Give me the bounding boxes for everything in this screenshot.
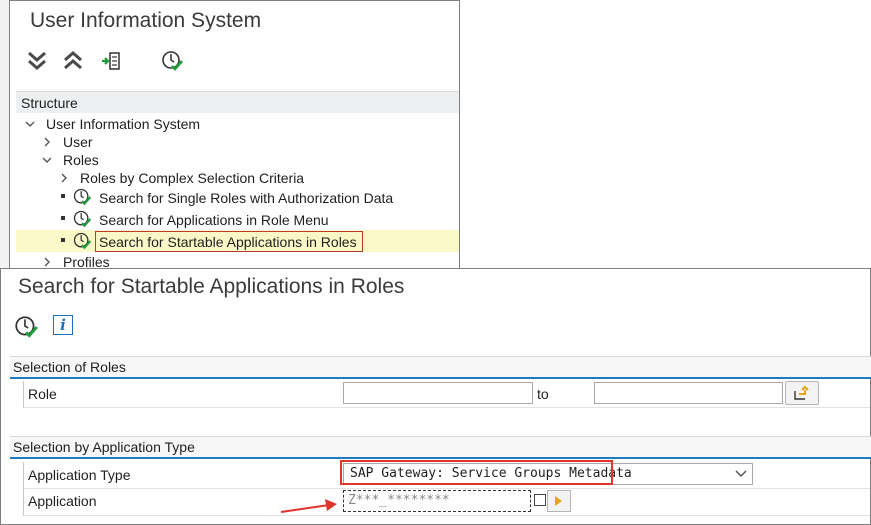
tree-label: Roles <box>63 152 99 168</box>
window-title: Search for Startable Applications in Rol… <box>18 275 405 298</box>
chevron-down-icon[interactable] <box>25 119 35 129</box>
application-row: Application Z***_******** <box>23 488 870 516</box>
role-from-input[interactable] <box>343 382 533 404</box>
window-title: User Information System <box>30 9 262 32</box>
tree-node-user[interactable]: User <box>38 133 93 151</box>
to-label: to <box>537 386 549 402</box>
arrow-right-icon <box>555 496 562 506</box>
application-input[interactable]: Z***_******** <box>343 490 531 512</box>
find-in-tree-icon[interactable] <box>98 48 124 74</box>
info-icon[interactable]: i <box>53 315 73 335</box>
execute-icon <box>73 188 92 206</box>
section-header-app-type: Selection by Application Type <box>10 436 871 459</box>
role-to-input[interactable] <box>594 382 783 404</box>
user-information-system-window: User Information System Structure User I… <box>9 0 460 272</box>
tree-label: User <box>63 134 93 150</box>
execute-icon <box>73 210 92 228</box>
tree-label: Roles by Complex Selection Criteria <box>80 170 305 186</box>
execute-icon <box>73 232 92 250</box>
execute-icon[interactable] <box>159 48 185 74</box>
application-type-label: Application Type <box>28 467 131 483</box>
tree-node-single-roles-auth[interactable]: Search for Single Roles with Authorizati… <box>99 189 393 207</box>
tree-label: User Information System <box>46 116 201 132</box>
tree-node-roles-complex[interactable]: Roles by Complex Selection Criteria <box>55 169 304 187</box>
annotation-highlight-box <box>340 460 613 485</box>
multiple-selection-icon <box>794 385 809 400</box>
role-field-row: Role to <box>23 381 870 408</box>
leaf-bullet <box>61 194 65 198</box>
tree-node-roles[interactable]: Roles <box>38 151 99 169</box>
role-label: Role <box>28 386 57 402</box>
application-type-row: Application Type SAP Gateway: Service Gr… <box>23 460 870 489</box>
chevron-right-icon[interactable] <box>42 137 52 147</box>
structure-header: Structure <box>16 91 459 113</box>
chevron-right-icon[interactable] <box>59 173 69 183</box>
execute-icon[interactable] <box>13 314 39 340</box>
value-help-icon[interactable] <box>534 494 546 506</box>
multiple-selection-button[interactable] <box>785 381 819 405</box>
chevron-down-icon[interactable] <box>735 469 747 479</box>
leaf-bullet <box>61 238 65 242</box>
search-startable-apps-window: Search for Startable Applications in Rol… <box>0 268 871 525</box>
application-label: Application <box>28 493 97 509</box>
multiple-selection-button[interactable] <box>547 490 571 512</box>
section-header-roles: Selection of Roles <box>10 356 871 379</box>
annotation-arrow-icon <box>280 499 337 513</box>
chevron-down-icon[interactable] <box>42 155 52 165</box>
chevron-right-icon[interactable] <box>42 257 52 267</box>
leaf-bullet <box>61 216 65 220</box>
tree-node-startable-apps[interactable]: Search for Startable Applications in Rol… <box>99 233 357 251</box>
expand-all-icon[interactable] <box>24 48 50 74</box>
collapse-all-icon[interactable] <box>60 48 86 74</box>
tree-node-apps-role-menu[interactable]: Search for Applications in Role Menu <box>99 211 329 229</box>
tree-node-user-information-system[interactable]: User Information System <box>21 115 200 133</box>
background-window-edge <box>0 0 9 272</box>
